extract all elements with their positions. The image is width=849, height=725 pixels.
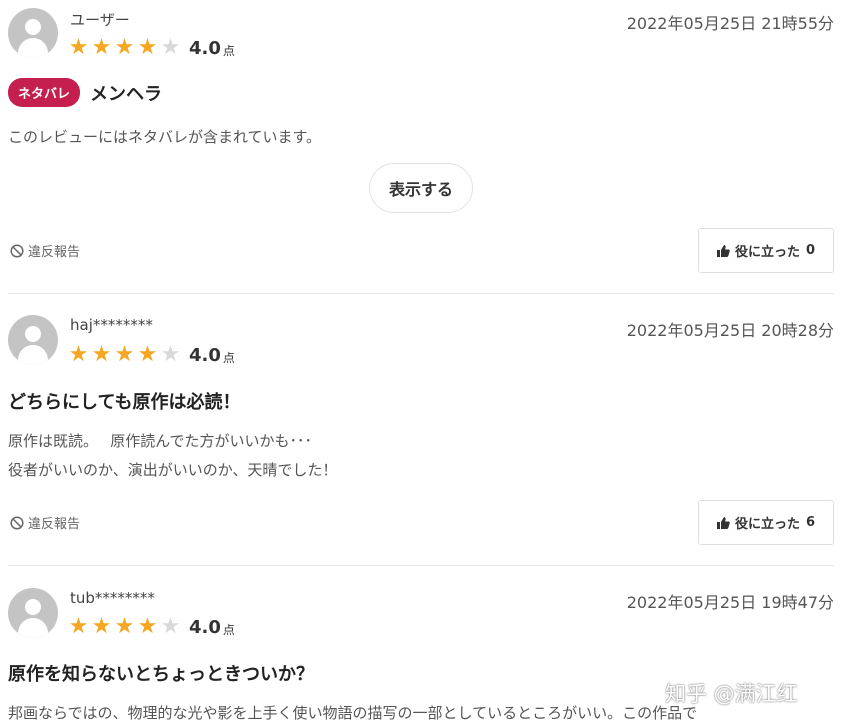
review-title: 原作を知らないとちょっときついか？ [8,664,314,685]
review-title: どちらにしても原作は必読！ [8,392,241,413]
star-icon: ★ [114,35,135,60]
review-body-line: 邦画ならではの、物理的な光や影を上手く使い物語の描写の一部としているところがいい… [8,704,698,722]
rating-unit: 点 [222,44,235,58]
star-icon: ★ [114,342,135,367]
helpful-count: 0 [805,243,816,258]
divider [8,293,834,294]
review-body-line: 役者がいいのか、演出がいいのか、天晴でした！ [8,461,338,479]
review-title: メンヘラ [90,83,163,105]
star-rating: ★ ★ ★ ★ ★ 4.0 点 [67,615,235,639]
rating-unit: 点 [222,623,235,637]
review-body-line: 原作は既読。 原作読んでた方がいいかも･･･ [8,432,313,450]
star-icon: ★ [91,614,112,639]
helpful-button[interactable]: 役に立った 6 [698,500,834,545]
rating-score: 4.0 [189,344,221,366]
star-empty-icon: ★ [160,614,181,639]
star-icon: ★ [114,614,135,639]
star-icon: ★ [91,35,112,60]
username[interactable]: ユーザー [70,9,130,30]
report-label: 違反報告 [28,517,81,532]
rating-score: 4.0 [189,616,221,638]
review-date: 2022年05月25日 20時28分 [626,321,834,340]
show-spoiler-button[interactable]: 表示する [369,163,473,213]
username[interactable]: tub******** [70,589,155,607]
spoiler-badge: ネタバレ [8,78,81,107]
thumbs-up-icon [716,244,730,257]
star-icon: ★ [68,342,89,367]
prohibited-icon [10,515,24,530]
review-date: 2022年05月25日 21時55分 [626,14,834,33]
star-rating: ★ ★ ★ ★ ★ 4.0 点 [67,36,235,60]
review-date: 2022年05月25日 19時47分 [626,593,834,612]
star-icon: ★ [68,614,89,639]
star-icon: ★ [68,35,89,60]
helpful-count: 6 [805,515,816,530]
star-empty-icon: ★ [160,342,181,367]
star-rating: ★ ★ ★ ★ ★ 4.0 点 [67,343,235,367]
star-icon: ★ [137,614,158,639]
username[interactable]: haj******** [70,316,153,334]
helpful-button[interactable]: 役に立った 0 [698,228,834,273]
divider [8,565,834,566]
avatar [8,588,58,638]
helpful-label: 役に立った [734,245,800,260]
star-icon: ★ [91,342,112,367]
avatar [8,8,58,58]
spoiler-notice: このレビューにはネタバレが含まれています。 [8,128,322,146]
watermark: 知乎 @满江红 [665,682,798,706]
report-label: 違反報告 [28,245,81,260]
star-icon: ★ [137,35,158,60]
prohibited-icon [10,243,24,258]
star-empty-icon: ★ [160,35,181,60]
report-link[interactable]: 違反報告 [10,241,80,260]
thumbs-up-icon [716,516,730,529]
rating-score: 4.0 [189,37,221,59]
avatar [8,315,58,365]
rating-unit: 点 [222,351,235,365]
helpful-label: 役に立った [734,517,800,532]
star-icon: ★ [137,342,158,367]
report-link[interactable]: 違反報告 [10,513,80,532]
